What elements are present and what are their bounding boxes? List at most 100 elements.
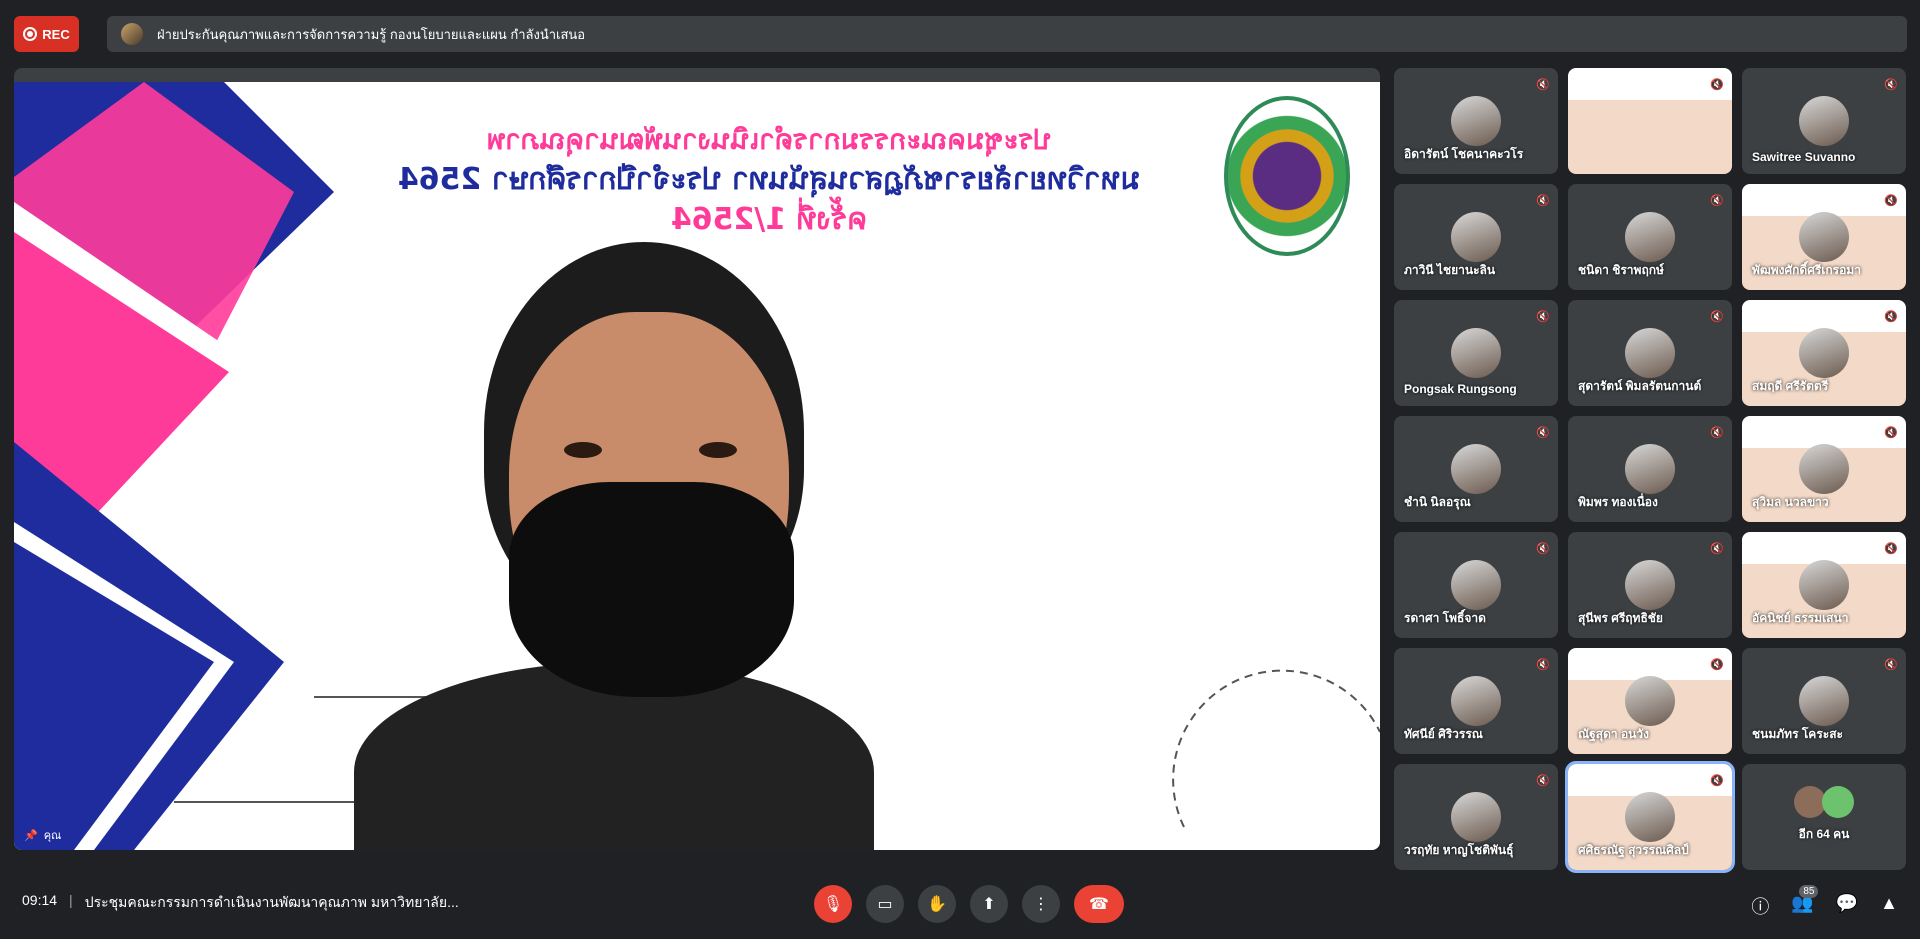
participant-name: วรฤทัย หาญโชติพันธุ์: [1404, 843, 1514, 857]
participant-name: พัฒพงศักดิ์ศรีเกรอมา: [1752, 263, 1861, 277]
participant-tile[interactable]: 🔇 Sawitree Suvanno: [1742, 68, 1906, 174]
participant-name: ภาวินี ไชยานะลิน: [1404, 263, 1496, 277]
mic-muted-icon: 🔇: [1884, 543, 1898, 555]
meeting-title[interactable]: ประชุมคณะกรรมการดำเนินงานพัฒนาคุณภาพ มหา…: [85, 892, 459, 914]
person-mask: [509, 482, 794, 697]
hand-icon: ✋: [927, 896, 947, 913]
participant-name: อีก 64 คน: [1798, 827, 1850, 841]
self-name: คุณ: [43, 830, 62, 842]
top-bar: REC ฝ่ายประกันคุณภาพและการจัดการความรู้ …: [14, 16, 1907, 52]
avatar: [1451, 328, 1501, 378]
more-options-button[interactable]: ⋮: [1022, 885, 1060, 923]
participant-name: ชนิดา ชิราพฤกษ์: [1578, 263, 1664, 277]
participant-name: ศศิธรณัฐ สุวรรณศิลป์: [1578, 843, 1689, 857]
avatar: [1625, 792, 1675, 842]
participant-tile[interactable]: 🔇 วรฤทัย หาญโชติพันธุ์: [1394, 764, 1558, 870]
hang-up-icon: ☎: [1089, 896, 1109, 913]
mic-muted-icon: 🔇: [1536, 195, 1550, 207]
presenter-video: [314, 242, 874, 850]
mic-muted-icon: 🔇: [1710, 543, 1724, 555]
avatar: [1822, 786, 1854, 818]
participant-tile[interactable]: 🔇 ชนมภัทร โคระสะ: [1742, 648, 1906, 754]
participant-tile[interactable]: 🔇 อิดารัตน์ โชคนาคะวโร: [1394, 68, 1558, 174]
participant-tile[interactable]: 🔇 สุนีพร ศรีฤทธิชัย: [1568, 532, 1732, 638]
participant-tile[interactable]: 🔇: [1568, 68, 1732, 174]
mic-muted-icon: 🔇: [1536, 427, 1550, 439]
participant-name: สมฤดี ศรีรัตตรี: [1752, 379, 1829, 393]
avatar: [1451, 96, 1501, 146]
divider: |: [69, 892, 73, 908]
mic-muted-icon: 🔇: [1710, 311, 1724, 323]
mic-muted-icon: 🔇: [1710, 195, 1724, 207]
avatar: [1625, 676, 1675, 726]
person-eye: [564, 442, 602, 458]
people-button[interactable]: 85 👥: [1791, 885, 1819, 919]
participant-grid: 🔇 อิดารัตน์ โชคนาคะวโร 🔇 🔇 Sawitree Suvanno 🔇…: [1394, 68, 1906, 873]
participant-tile[interactable]: 🔇 ณัฐสุดา อนวัง: [1568, 648, 1732, 754]
presentation-slide: ประชุมคณะกรรมการดำเนินงานพัฒนาคุณภาพ มหา…: [14, 82, 1380, 850]
mic-muted-icon: 🔇: [1710, 659, 1724, 671]
mic-muted-icon: 🔇: [1536, 79, 1550, 91]
presenter-avatar: [121, 23, 143, 45]
mic-off-button[interactable]: 🎙: [814, 885, 852, 923]
camera-icon: ▭: [877, 896, 893, 913]
mic-muted-icon: 🔇: [1884, 79, 1898, 91]
presenter-text: ฝ่ายประกันคุณภาพและการจัดการความรู้ กองน…: [157, 26, 586, 42]
avatar: [1625, 560, 1675, 610]
self-label: 📌 คุณ: [24, 826, 61, 844]
participant-tile[interactable]: 🔇 พิมพร ทองเนื่อง: [1568, 416, 1732, 522]
avatar: [1625, 212, 1675, 262]
avatar: [1451, 444, 1501, 494]
university-seal-logo: [1224, 96, 1350, 256]
participant-tile[interactable]: 🔇 อัคนิชย์ ธรรมเสนา: [1742, 532, 1906, 638]
avatar: [1451, 560, 1501, 610]
main-stage: ประชุมคณะกรรมการดำเนินงานพัฒนาคุณภาพ มหา…: [14, 68, 1380, 850]
record-icon: [23, 27, 38, 41]
avatar: [1799, 212, 1849, 262]
mic-muted-icon: 🔇: [1710, 775, 1724, 787]
participant-tile[interactable]: 🔇 ภาวินี ไชยานะลิน: [1394, 184, 1558, 290]
mic-muted-icon: 🔇: [1536, 775, 1550, 787]
present-button[interactable]: ⬆: [970, 885, 1008, 923]
slide-title-line1: ประชุมคณะกรรมการดำเนินงานพัฒนาคุณภาพ: [486, 123, 1052, 156]
right-controls: ⓘ 85 👥 💬 ▲: [1751, 885, 1898, 919]
info-icon[interactable]: ⓘ: [1751, 893, 1769, 919]
participant-name: Sawitree Suvanno: [1752, 150, 1856, 164]
participant-tile[interactable]: 🔇 สมฤดี ศรีรัตตรี: [1742, 300, 1906, 406]
rec-label: REC: [42, 26, 70, 42]
more-avatars: [1794, 786, 1854, 818]
meeting-info: 09:14 | ประชุมคณะกรรมการดำเนินงานพัฒนาคุ…: [22, 892, 459, 914]
more-participants-tile[interactable]: อีก 64 คน: [1742, 764, 1906, 870]
mic-muted-icon: 🔇: [1884, 427, 1898, 439]
participant-tile[interactable]: 🔇 ทัศนีย์ ศิริวรรณ: [1394, 648, 1558, 754]
pin-icon[interactable]: 📌: [24, 829, 38, 842]
people-count-badge: 85: [1799, 885, 1819, 898]
participant-name: ณัฐสุดา อนวัง: [1578, 727, 1649, 741]
avatar: [1451, 212, 1501, 262]
mic-muted-icon: 🔇: [1884, 659, 1898, 671]
participant-name: ชนมภัทร โคระสะ: [1752, 727, 1843, 741]
participant-name: พิมพร ทองเนื่อง: [1578, 495, 1658, 509]
avatar: [1799, 444, 1849, 494]
participant-tile[interactable]: 🔇 ชำนิ นิลอรุณ: [1394, 416, 1558, 522]
leave-call-button[interactable]: ☎: [1074, 885, 1124, 923]
recording-indicator[interactable]: REC: [14, 16, 79, 52]
raise-hand-button[interactable]: ✋: [918, 885, 956, 923]
mic-muted-icon: 🔇: [1884, 311, 1898, 323]
participant-tile[interactable]: 🔇 พัฒพงศักดิ์ศรีเกรอมา: [1742, 184, 1906, 290]
participant-tile[interactable]: 🔇 ชนิดา ชิราพฤกษ์: [1568, 184, 1732, 290]
avatar: [1625, 444, 1675, 494]
presentation-banner: ฝ่ายประกันคุณภาพและการจัดการความรู้ กองน…: [107, 16, 1907, 52]
mic-muted-icon: 🔇: [1884, 195, 1898, 207]
activities-icon[interactable]: ▲: [1880, 893, 1898, 919]
participant-tile[interactable]: 🔇 รดาศา โพธิ์จาด: [1394, 532, 1558, 638]
camera-button[interactable]: ▭: [866, 885, 904, 923]
call-controls: 🎙 ▭ ✋ ⬆ ⋮ ☎: [814, 885, 1124, 923]
participant-tile[interactable]: 🔇 ศศิธรณัฐ สุวรรณศิลป์: [1565, 761, 1735, 873]
mic-muted-icon: 🔇: [1536, 659, 1550, 671]
participant-tile[interactable]: 🔇 Pongsak Rungsong: [1394, 300, 1558, 406]
participant-tile[interactable]: 🔇 สุดารัตน์ พิมลรัตนกานต์: [1568, 300, 1732, 406]
participant-name: อัคนิชย์ ธรรมเสนา: [1752, 611, 1849, 625]
participant-tile[interactable]: 🔇 สุวิมล นวลขาว: [1742, 416, 1906, 522]
chat-icon[interactable]: 💬: [1836, 893, 1858, 919]
